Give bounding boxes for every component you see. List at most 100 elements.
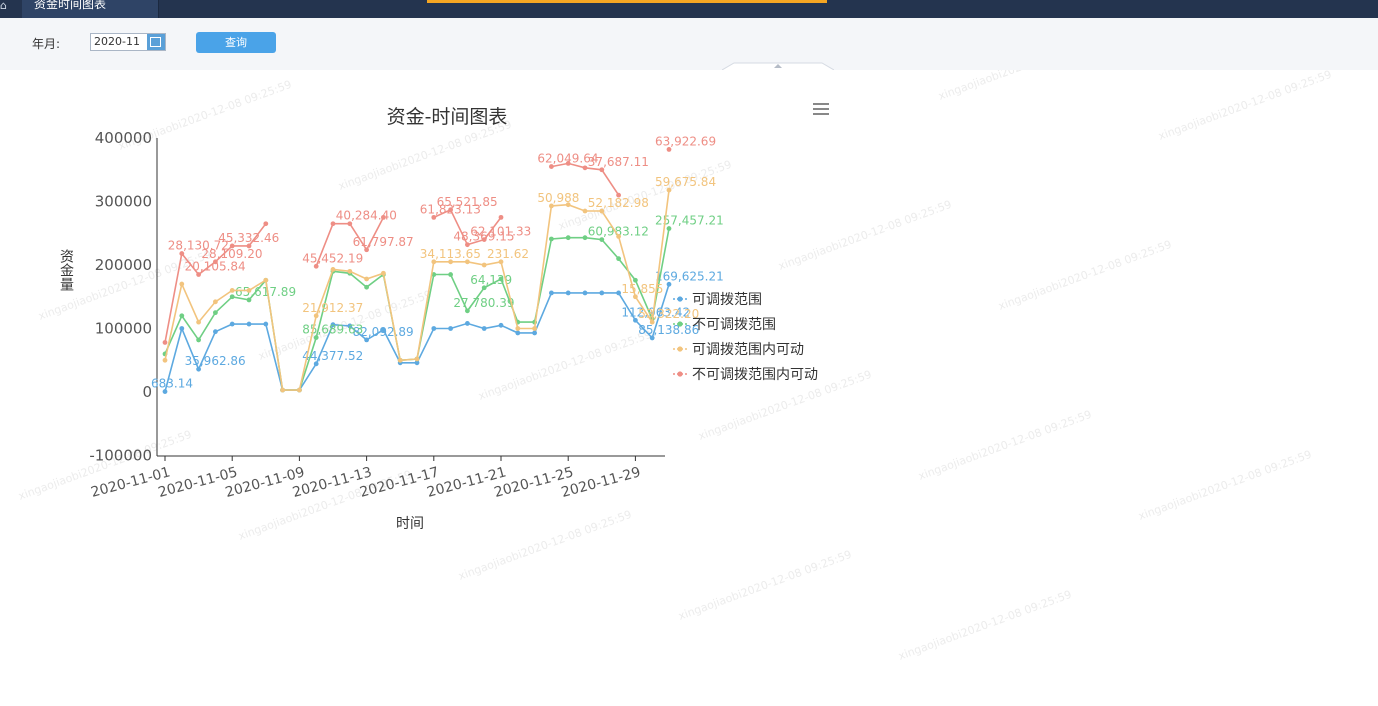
series-layer: 683.1435,962.86 44,377.5282,092.89112,963… [151, 134, 724, 394]
data-label: 21,912.37 [302, 301, 363, 315]
data-point[interactable] [213, 329, 218, 335]
data-point[interactable] [565, 235, 571, 241]
data-point[interactable] [549, 290, 554, 296]
legend-marker-icon [677, 321, 683, 327]
data-point[interactable] [582, 235, 588, 241]
data-point[interactable] [263, 221, 269, 227]
data-point[interactable] [582, 165, 588, 171]
data-point[interactable] [196, 337, 202, 343]
data-point[interactable] [397, 357, 403, 363]
data-point[interactable] [246, 288, 252, 293]
data-point[interactable] [381, 270, 386, 276]
tab-fund-time-chart[interactable]: 资金时间图表 [22, 0, 159, 18]
calendar-icon[interactable] [147, 34, 165, 50]
data-point[interactable] [196, 319, 202, 325]
data-label: 28,109.20 [201, 247, 262, 261]
data-point[interactable] [213, 310, 218, 316]
data-point[interactable] [263, 321, 269, 327]
data-label: 40,284.40 [336, 209, 397, 223]
data-point[interactable] [213, 299, 218, 305]
data-label: 53,322.20 [638, 307, 699, 321]
data-label: 231.62 [487, 247, 529, 261]
watermark-text: xingaojiaobi2020-12-08 09:25:59 [937, 70, 1114, 103]
data-label: 59,675.84 [655, 175, 716, 189]
data-point[interactable] [582, 290, 588, 296]
watermark-text: xingaojiaobi2020-12-08 09:25:59 [477, 328, 654, 403]
data-point[interactable] [498, 322, 504, 328]
data-point[interactable] [280, 387, 285, 393]
data-point[interactable] [532, 330, 537, 336]
data-point[interactable] [515, 326, 521, 331]
data-point[interactable] [431, 326, 437, 331]
data-point[interactable] [448, 326, 453, 331]
data-point[interactable] [616, 256, 621, 262]
watermark-text: xingaojiaobi2020-12-08 09:25:59 [1137, 448, 1314, 523]
data-label: 45,332.46 [218, 231, 279, 245]
data-point[interactable] [347, 268, 353, 274]
data-point[interactable] [616, 192, 621, 198]
data-point[interactable] [582, 208, 588, 214]
data-point[interactable] [364, 284, 369, 290]
data-point[interactable] [162, 340, 168, 345]
home-icon[interactable]: ⌂ [0, 0, 10, 18]
data-point[interactable] [549, 236, 554, 242]
data-point[interactable] [481, 326, 487, 331]
data-point[interactable] [297, 387, 302, 393]
x-axis-label: 时间 [396, 516, 424, 532]
legend-label: 可调拨范围内可动 [692, 341, 804, 358]
data-label: 20,105.84 [185, 260, 246, 274]
data-point[interactable] [179, 281, 185, 287]
watermark-text: xingaojiaobi2020-12-08 09:25:59 [1157, 70, 1334, 143]
chart-title: 资金-时间图表 [387, 106, 508, 128]
data-label: 85,138.86 [638, 323, 699, 337]
data-point[interactable] [162, 357, 168, 363]
data-point[interactable] [179, 313, 185, 319]
y-tick-label: 200000 [95, 256, 152, 274]
top-navigation-bar: ⌂ 资金时间图表 [0, 0, 1378, 18]
data-point[interactable] [229, 321, 235, 327]
tab-title: 资金时间图表 [34, 0, 107, 11]
data-point[interactable] [616, 290, 621, 296]
data-point[interactable] [330, 267, 336, 272]
data-label: 37,687.11 [588, 155, 649, 169]
data-point[interactable] [481, 262, 487, 268]
collapse-toggle[interactable] [722, 62, 834, 70]
data-point[interactable] [465, 321, 470, 326]
data-point[interactable] [364, 276, 369, 282]
data-point[interactable] [498, 214, 504, 220]
data-point[interactable] [229, 288, 235, 293]
data-label: 50,988 [537, 191, 579, 205]
y-tick-label: 400000 [95, 129, 152, 147]
watermark-text: xingaojiaobi2020-12-08 09:25:59 [777, 198, 954, 273]
data-point[interactable] [565, 290, 571, 296]
data-point[interactable] [263, 277, 269, 283]
data-label: 52,182.98 [588, 196, 649, 210]
data-label: 35,962.86 [185, 354, 246, 368]
query-button[interactable]: 查询 [196, 32, 276, 53]
data-point[interactable] [179, 326, 185, 331]
y-tick-label: 100000 [95, 320, 152, 338]
data-point[interactable] [532, 326, 537, 331]
legend-label: 不可调拨范围内可动 [692, 366, 818, 383]
fund-time-chart: xingaojiaobi2020-12-08 09:25:59 xingaojia… [17, 70, 1334, 663]
data-point[interactable] [448, 272, 453, 277]
data-point[interactable] [599, 290, 605, 296]
legend-item[interactable]: 不可调拨范围内可动 [673, 366, 818, 383]
data-point[interactable] [414, 356, 420, 362]
data-point[interactable] [330, 221, 336, 227]
data-label: 34,113.65 [420, 247, 481, 261]
data-label: 62,101.33 [470, 225, 531, 239]
data-label: 65,617.89 [235, 285, 296, 299]
data-point[interactable] [616, 234, 621, 239]
legend-marker-icon [677, 296, 683, 302]
data-point[interactable] [246, 321, 252, 327]
data-point[interactable] [229, 294, 235, 300]
data-label: 61,797.87 [353, 235, 414, 249]
data-point[interactable] [515, 330, 521, 336]
month-picker[interactable]: 2020-11 [90, 33, 166, 51]
y-tick-label: 300000 [95, 193, 152, 211]
chart-menu-icon[interactable] [813, 103, 829, 115]
legend-item[interactable]: 可调拨范围内可动 [673, 341, 804, 358]
year-month-label: 年月: [32, 37, 61, 51]
month-value[interactable]: 2020-11 [94, 35, 140, 48]
